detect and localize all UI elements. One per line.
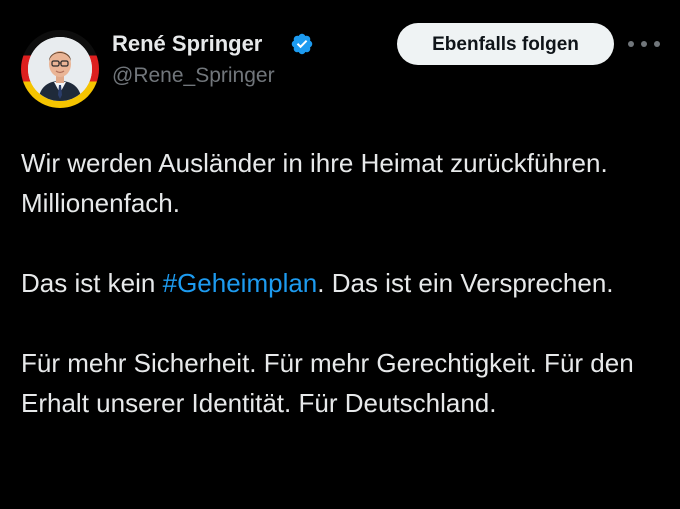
verified-badge-icon: [291, 33, 313, 55]
tweet-text: Wir werden Ausländer in ihre Heimat zurü…: [21, 143, 661, 463]
tweet-paragraph-2: Das ist kein #Geheimplan. Das ist ein Ve…: [21, 263, 661, 303]
display-name[interactable]: René Springer: [112, 31, 262, 57]
tweet-paragraph-3: Für mehr Sicherheit. Für mehr Gerechtigk…: [21, 348, 634, 418]
avatar[interactable]: [21, 30, 99, 108]
dot-icon: [654, 41, 660, 47]
user-handle[interactable]: @Rene_Springer: [112, 64, 275, 88]
tweet-paragraph-1: Wir werden Ausländer in ihre Heimat zurü…: [21, 148, 608, 218]
tweet-text-segment: . Das ist ein Versprechen.: [317, 268, 614, 298]
tweet-card: René Springer @Rene_Springer Ebenfalls f…: [0, 0, 680, 509]
avatar-photo: [28, 37, 92, 101]
more-horizontal-icon[interactable]: [628, 36, 660, 52]
hashtag-link[interactable]: #Geheimplan: [163, 268, 318, 298]
dot-icon: [641, 41, 647, 47]
dot-icon: [628, 41, 634, 47]
follow-button[interactable]: Ebenfalls folgen: [397, 23, 614, 65]
tweet-text-segment: Das ist kein: [21, 268, 163, 298]
